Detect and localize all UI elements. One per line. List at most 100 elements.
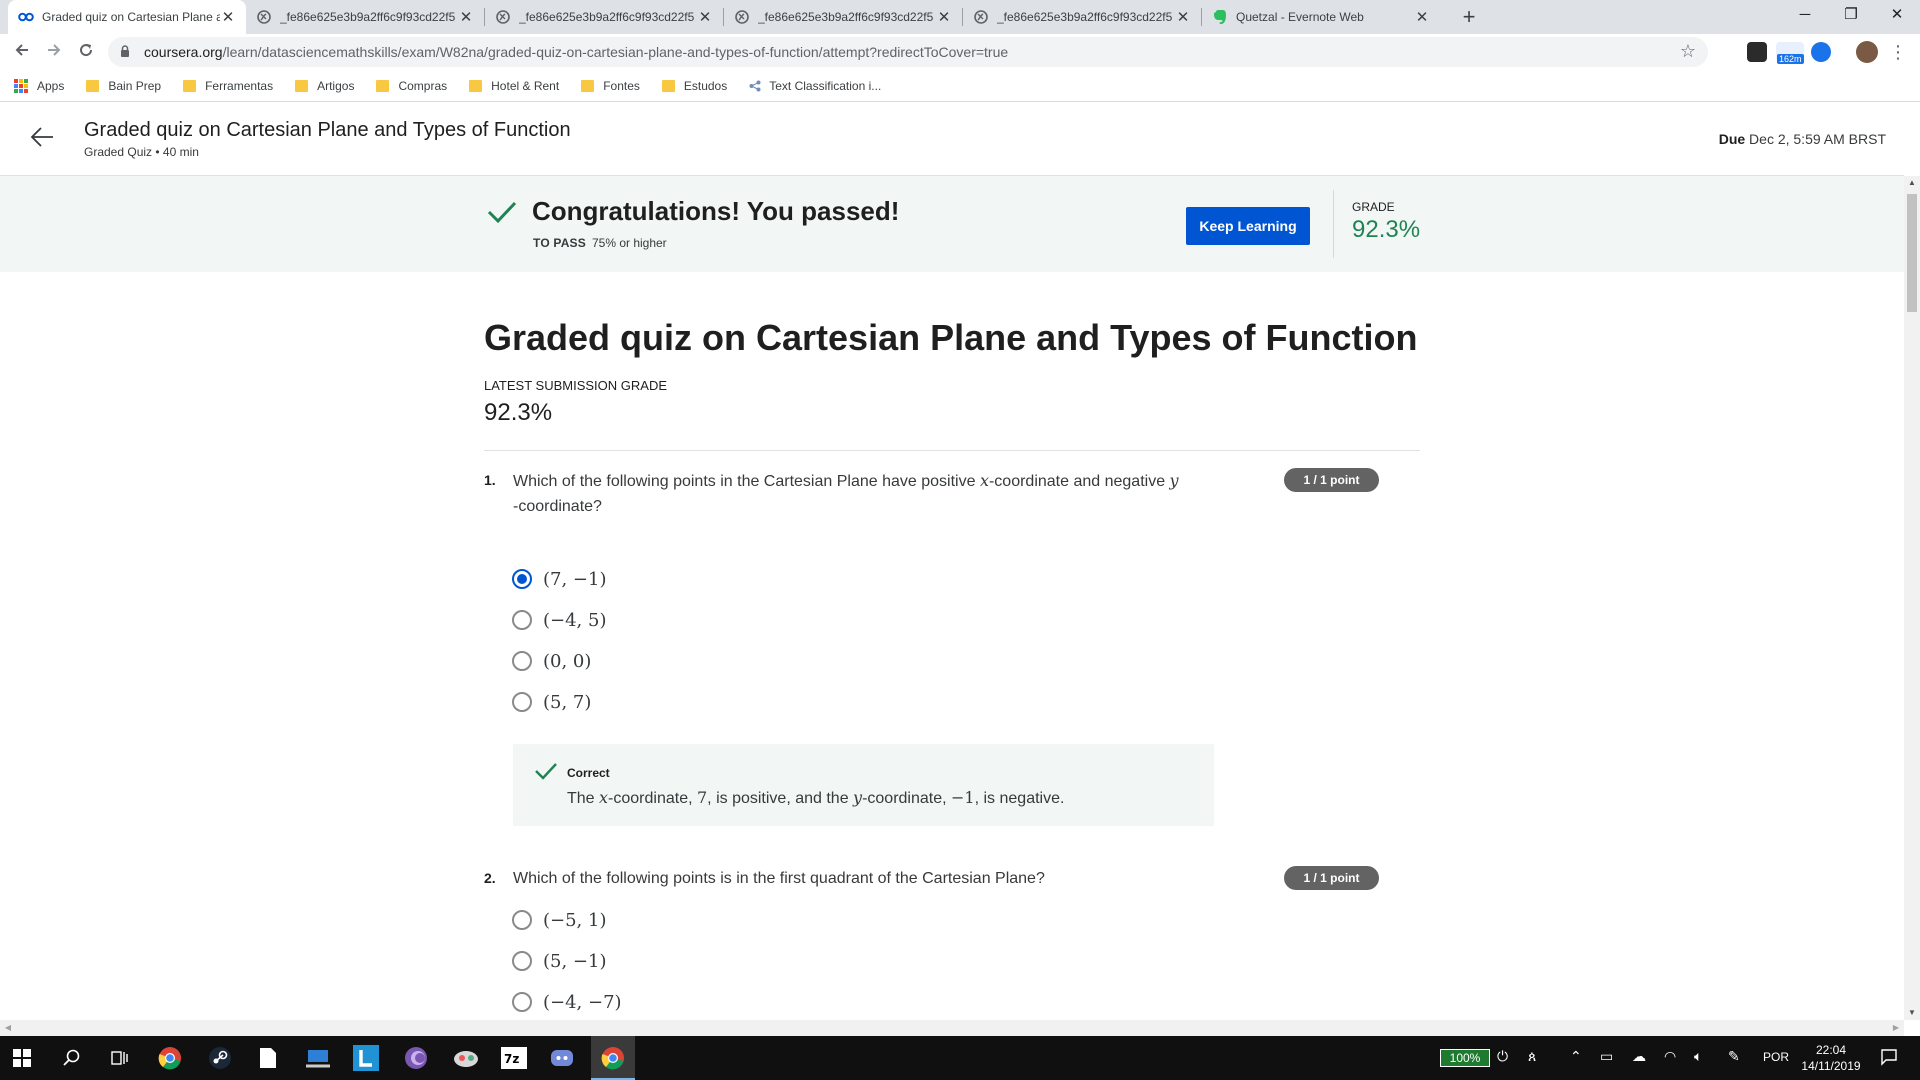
pen-icon[interactable]: ✎ (1728, 1048, 1740, 1065)
keep-learning-button[interactable]: Keep Learning (1186, 207, 1310, 245)
answer-option[interactable]: (−4, 5) (512, 607, 606, 633)
back-to-course-button[interactable] (28, 123, 56, 151)
app-l-icon[interactable] (352, 1044, 380, 1072)
terminal-icon[interactable] (304, 1044, 332, 1072)
vertical-scrollbar[interactable]: ▲ ▼ (1904, 176, 1920, 1020)
back-button[interactable] (8, 38, 36, 66)
extension-circle-icon[interactable] (1811, 42, 1831, 62)
windows-start-icon[interactable] (8, 1044, 36, 1072)
wifi-icon[interactable]: ◠ (1664, 1048, 1676, 1065)
close-icon[interactable]: ✕ (1175, 8, 1191, 26)
radio-button[interactable] (512, 910, 532, 930)
tab-evernote[interactable]: Quetzal - Evernote Web ✕ (1202, 0, 1440, 34)
close-icon[interactable]: ✕ (1414, 8, 1430, 26)
bookmark-folder[interactable]: Fontes (581, 79, 640, 93)
7zip-icon[interactable]: 7z (500, 1044, 528, 1072)
bookmark-link[interactable]: Text Classification i... (749, 79, 881, 93)
game-app-icon[interactable] (452, 1044, 480, 1072)
radio-button[interactable] (512, 610, 532, 630)
chrome-canary-icon[interactable] (599, 1044, 627, 1072)
forward-arrow-icon (48, 44, 61, 56)
answer-feedback: Correct The x-coordinate, 7, is positive… (513, 744, 1214, 826)
scrollbar-thumb[interactable] (1907, 194, 1917, 312)
close-icon[interactable]: ✕ (936, 8, 952, 26)
due-date: Due Dec 2, 5:59 AM BRST (1718, 131, 1886, 147)
tab-file-3[interactable]: _fe86e625e3b9a2ff6c9f93cd22f5 ✕ (724, 0, 962, 34)
answer-option[interactable]: (0, 0) (512, 648, 591, 674)
tab-file-2[interactable]: _fe86e625e3b9a2ff6c9f93cd22f5 ✕ (485, 0, 723, 34)
task-view-icon[interactable] (106, 1044, 134, 1072)
tab-file-1[interactable]: _fe86e625e3b9a2ff6c9f93cd22f5 ✕ (246, 0, 484, 34)
radio-selected[interactable] (512, 569, 532, 589)
check-icon (487, 200, 517, 229)
horizontal-scrollbar[interactable]: ◀ ▶ (0, 1020, 1904, 1036)
profile-avatar[interactable] (1856, 41, 1878, 63)
answer-option[interactable]: (5, −1) (512, 948, 606, 974)
discord-icon[interactable] (548, 1044, 576, 1072)
extension-shield-icon[interactable] (1747, 42, 1767, 62)
scroll-down-icon[interactable]: ▼ (1904, 1006, 1920, 1020)
chrome-menu-icon[interactable]: ⋮ (1884, 38, 1912, 66)
scroll-up-icon[interactable]: ▲ (1904, 176, 1920, 190)
grade-label: GRADE (1352, 200, 1395, 214)
file-icon[interactable] (254, 1044, 282, 1072)
search-icon[interactable] (58, 1044, 86, 1072)
radio-button[interactable] (512, 992, 532, 1012)
bookmark-folder[interactable]: Ferramentas (183, 79, 273, 93)
bookmark-folder[interactable]: Hotel & Rent (469, 79, 559, 93)
header-title: Graded quiz on Cartesian Plane and Types… (84, 119, 571, 141)
bookmark-folder[interactable]: Bain Prep (86, 79, 161, 93)
answer-option[interactable]: (7, −1) (512, 566, 606, 592)
close-icon[interactable]: ✕ (458, 8, 474, 26)
passed-banner: Congratulations! You passed! TO PASS 75% … (0, 176, 1904, 272)
power-plug-icon[interactable]: ⏻ (1497, 1048, 1508, 1065)
bookmark-apps[interactable]: Apps (14, 78, 64, 93)
steam-icon[interactable] (206, 1044, 234, 1072)
check-icon (535, 762, 557, 785)
eclipse-icon[interactable] (402, 1044, 430, 1072)
reload-button[interactable] (72, 38, 100, 66)
tab-coursera-quiz[interactable]: Graded quiz on Cartesian Plane a ✕ (8, 0, 246, 34)
answer-option[interactable]: (−4, −7) (512, 989, 622, 1015)
extension-timer-icon[interactable]: 162m (1776, 42, 1804, 64)
radio-button[interactable] (512, 692, 532, 712)
battery-status-icon[interactable]: ▭ (1600, 1048, 1613, 1065)
scroll-left-icon[interactable]: ◀ (0, 1020, 16, 1036)
close-icon[interactable]: ✕ (220, 8, 236, 26)
tab-title: _fe86e625e3b9a2ff6c9f93cd22f5 (997, 10, 1173, 24)
people-icon[interactable]: ጰ (1528, 1048, 1536, 1065)
chevron-up-icon[interactable]: ⌃ (1570, 1048, 1582, 1065)
tab-file-4[interactable]: _fe86e625e3b9a2ff6c9f93cd22f5 ✕ (963, 0, 1201, 34)
address-bar[interactable]: coursera.org/learn/datasciencemathskills… (108, 37, 1708, 67)
answer-option[interactable]: (−5, 1) (512, 907, 606, 933)
system-clock[interactable]: 22:04 14/11/2019 (1796, 1042, 1866, 1074)
bookmark-folder[interactable]: Compras (376, 79, 447, 93)
close-icon[interactable]: ✕ (697, 8, 713, 26)
bookmark-folder[interactable]: Estudos (661, 79, 727, 93)
speaker-icon[interactable]: 🔈︎ (1694, 1048, 1702, 1065)
notifications-icon[interactable] (1880, 1048, 1898, 1069)
feedback-label: Correct (567, 766, 610, 780)
radio-button[interactable] (512, 651, 532, 671)
minimize-button[interactable]: ─ (1782, 0, 1828, 30)
close-window-button[interactable]: ✕ (1874, 0, 1920, 30)
battery-indicator[interactable]: 100% (1440, 1049, 1490, 1067)
scroll-right-icon[interactable]: ▶ (1888, 1020, 1904, 1036)
grade-value: 92.3% (1352, 216, 1421, 243)
forward-button[interactable] (40, 38, 68, 66)
cloud-icon[interactable]: ☁ (1632, 1048, 1646, 1065)
input-language[interactable]: POR (1763, 1050, 1789, 1064)
restore-button[interactable]: ❐ (1828, 0, 1874, 30)
chrome-icon[interactable] (156, 1044, 184, 1072)
globe-icon (495, 9, 511, 25)
radio-button[interactable] (512, 951, 532, 971)
tab-title: _fe86e625e3b9a2ff6c9f93cd22f5 (758, 10, 934, 24)
bookmark-folder[interactable]: Artigos (295, 79, 354, 93)
bookmark-star-icon[interactable]: ☆ (1680, 41, 1696, 62)
folder-icon (295, 79, 309, 92)
folder-icon (183, 79, 197, 92)
points-badge: 1 / 1 point (1284, 866, 1379, 890)
new-tab-button[interactable]: + (1455, 3, 1483, 31)
evernote-icon (1212, 9, 1228, 25)
answer-option[interactable]: (5, 7) (512, 689, 591, 715)
